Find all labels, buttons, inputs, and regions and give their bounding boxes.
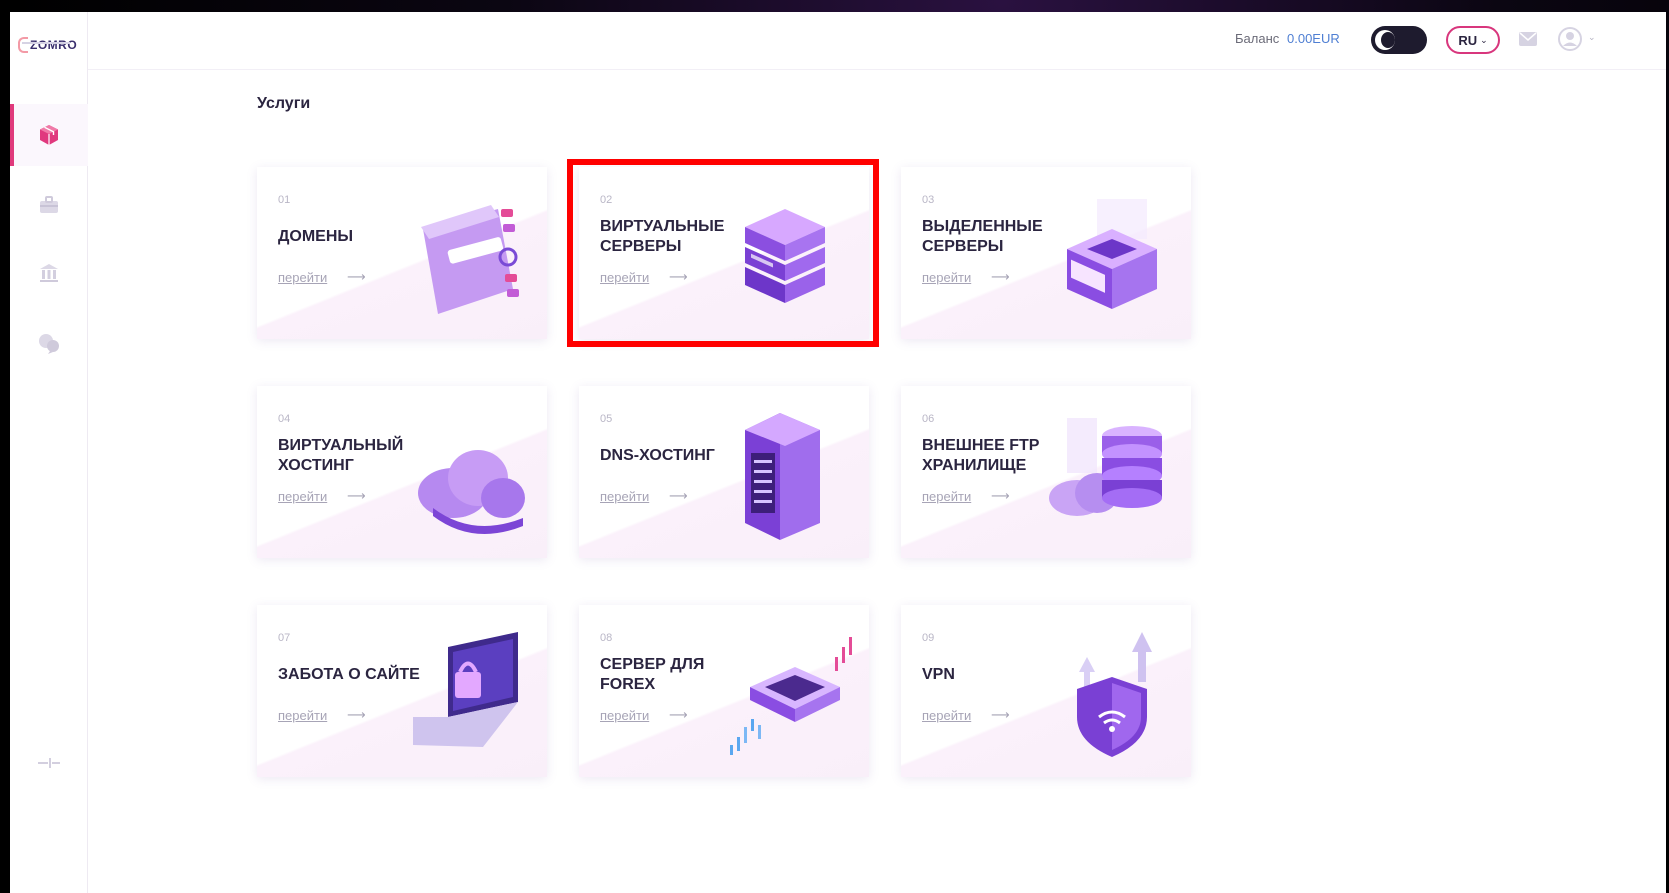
- card-number: 01: [278, 194, 291, 206]
- server-rack-illustration: [745, 413, 820, 540]
- vpn-shield-illustration: [1077, 632, 1152, 757]
- database-cloud-illustration: [1049, 418, 1162, 516]
- service-card-forex-server[interactable]: 08 СЕРВЕР ДЛЯ FOREX перейти ⟶: [579, 605, 869, 777]
- sidebar: ZOMRO: [10, 12, 88, 893]
- logo-text: ZOMRO: [30, 38, 78, 52]
- card-number: 08: [600, 632, 613, 644]
- service-card-site-care[interactable]: 07 ЗАБОТА О САЙТЕ перейти ⟶: [257, 605, 547, 777]
- card-number: 05: [600, 413, 613, 425]
- arrow-right-icon: ⟶: [669, 269, 688, 284]
- service-card-ftp-storage[interactable]: 06 ВНЕШНЕЕ FTP ХРАНИЛИЩЕ перейти ⟶: [901, 386, 1191, 558]
- card-go-link[interactable]: перейти: [922, 270, 971, 285]
- box-icon: [40, 125, 58, 145]
- service-card-virtual-servers[interactable]: 02 ВИРТУАЛЬНЫЕ СЕРВЕРЫ перейти ⟶: [579, 167, 869, 339]
- service-card-vpn[interactable]: 09 VPN перейти ⟶: [901, 605, 1191, 777]
- logo[interactable]: ZOMRO: [18, 32, 82, 58]
- user-menu-chevron-icon[interactable]: ⌄: [1588, 32, 1596, 43]
- top-header: Баланс 0.00EUR RU ⌄ ⌄: [88, 12, 1666, 70]
- theme-toggle[interactable]: [1371, 26, 1427, 54]
- sidebar-item-services[interactable]: [10, 104, 88, 166]
- mail-icon[interactable]: [1519, 32, 1537, 46]
- bank-icon: [40, 264, 58, 282]
- arrow-right-icon: ⟶: [669, 707, 688, 722]
- card-go-link[interactable]: перейти: [922, 708, 971, 723]
- card-number: 06: [922, 413, 935, 425]
- card-number: 04: [278, 413, 291, 425]
- cloud-illustration: [418, 450, 525, 534]
- card-go-link[interactable]: перейти: [278, 489, 327, 504]
- briefcase-icon: [40, 196, 58, 213]
- card-go-link[interactable]: перейти: [600, 708, 649, 723]
- card-number: 03: [922, 194, 935, 206]
- moon-icon: [1375, 30, 1395, 50]
- card-number: 07: [278, 632, 291, 644]
- dedicated-server-illustration: [1067, 199, 1157, 309]
- arrow-right-icon: ⟶: [347, 488, 366, 503]
- card-go-link[interactable]: перейти: [922, 489, 971, 504]
- card-go-link[interactable]: перейти: [600, 489, 649, 504]
- arrow-right-icon: ⟶: [991, 488, 1010, 503]
- laptop-lock-illustration: [413, 632, 518, 747]
- arrow-right-icon: ⟶: [347, 707, 366, 722]
- user-avatar-icon[interactable]: [1558, 27, 1582, 51]
- sidebar-item-orders[interactable]: [10, 174, 88, 236]
- balance-label: Баланс: [1235, 31, 1280, 46]
- logo-mark-icon: [18, 37, 28, 53]
- service-card-virtual-hosting[interactable]: 04 ВИРТУАЛЬНЫЙ ХОСТИНГ перейти ⟶: [257, 386, 547, 558]
- service-card-dedicated-servers[interactable]: 03 ВЫДЕЛЕННЫЕ СЕРВЕРЫ перейти ⟶: [901, 167, 1191, 339]
- chevron-down-icon: ⌄: [1480, 34, 1488, 45]
- card-go-link[interactable]: перейти: [600, 270, 649, 285]
- card-number: 02: [600, 194, 613, 206]
- collapse-icon: [38, 758, 60, 768]
- domain-search-illustration: [421, 205, 519, 314]
- sidebar-item-support[interactable]: [10, 312, 88, 374]
- arrow-right-icon: ⟶: [991, 707, 1010, 722]
- card-number: 09: [922, 632, 935, 644]
- service-card-domains[interactable]: 01 ДОМЕНЫ перейти ⟶: [257, 167, 547, 339]
- support-chat-icon: [39, 334, 59, 354]
- logo-subtitle-line: [22, 42, 70, 44]
- card-go-link[interactable]: перейти: [278, 270, 327, 285]
- balance-value[interactable]: 0.00EUR: [1287, 31, 1340, 46]
- card-go-link[interactable]: перейти: [278, 708, 327, 723]
- screenshot-frame: ZOMRO Баланс 0.00EUR RU ⌄ ⌄ Услуги 01 ДО…: [0, 0, 1669, 893]
- arrow-right-icon: ⟶: [991, 269, 1010, 284]
- sidebar-collapse-button[interactable]: [10, 732, 88, 794]
- language-select[interactable]: RU ⌄: [1446, 26, 1500, 54]
- service-card-dns-hosting[interactable]: 05 DNS-ХОСТИНГ перейти ⟶: [579, 386, 869, 558]
- language-value: RU: [1458, 32, 1478, 48]
- arrow-right-icon: ⟶: [347, 269, 366, 284]
- forex-chip-illustration: [730, 637, 852, 755]
- arrow-right-icon: ⟶: [669, 488, 688, 503]
- sidebar-item-finance[interactable]: [10, 242, 88, 304]
- page-title: Услуги: [257, 95, 311, 112]
- app-window: ZOMRO Баланс 0.00EUR RU ⌄ ⌄ Услуги 01 ДО…: [10, 12, 1666, 893]
- server-stack-illustration: [745, 209, 825, 303]
